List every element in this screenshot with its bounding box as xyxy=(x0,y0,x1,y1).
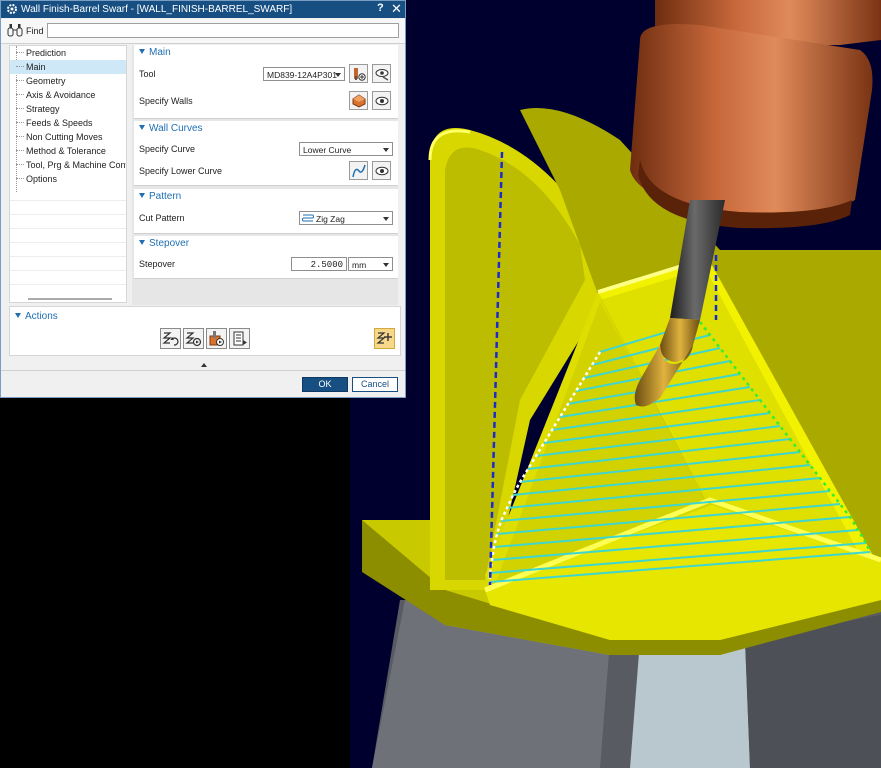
actions-section: Actions xyxy=(9,306,401,356)
close-button[interactable]: ✕ xyxy=(391,1,402,17)
find-input[interactable] xyxy=(47,23,399,38)
eye-icon xyxy=(375,166,389,176)
main-section: Main Tool MD839-12A4P301 Specify Walls xyxy=(134,45,398,119)
stepover-section-header[interactable]: Stepover xyxy=(134,236,398,251)
collapse-arrow-icon xyxy=(139,240,145,245)
nav-item-prediction[interactable]: Prediction xyxy=(10,46,126,60)
nav-item-tool-prg-machine[interactable]: Tool, Prg & Machine Contr xyxy=(10,158,126,172)
wall-curves-section-header[interactable]: Wall Curves xyxy=(134,121,398,136)
nav-item-options[interactable]: Options xyxy=(10,172,126,186)
stepover-input[interactable]: 2.5000 xyxy=(291,257,347,271)
find-bar: Find xyxy=(1,19,405,44)
cut-pattern-label: Cut Pattern xyxy=(139,213,185,223)
nav-item-strategy[interactable]: Strategy xyxy=(10,102,126,116)
help-button[interactable]: ? xyxy=(377,2,384,14)
collapse-arrow-icon xyxy=(139,49,145,54)
list-button[interactable] xyxy=(229,328,250,349)
find-label: Find xyxy=(26,26,44,36)
collapse-arrow-icon xyxy=(139,125,145,130)
specify-curve-dropdown[interactable]: Lower Curve xyxy=(299,142,393,156)
verify-icon xyxy=(209,331,224,346)
generate-add-button[interactable] xyxy=(374,328,395,349)
nav-item-feeds-speeds[interactable]: Feeds & Speeds xyxy=(10,116,126,130)
replay-button[interactable] xyxy=(183,328,204,349)
generate-button[interactable] xyxy=(160,328,181,349)
nav-scrollbar[interactable] xyxy=(28,298,112,300)
navigation-tree: Prediction Main Geometry Axis & Avoidanc… xyxy=(9,45,127,303)
nav-item-non-cutting-moves[interactable]: Non Cutting Moves xyxy=(10,130,126,144)
eye-icon xyxy=(375,96,389,106)
ok-button[interactable]: OK xyxy=(302,377,348,392)
cut-pattern-dropdown[interactable]: Zig Zag xyxy=(299,211,393,225)
new-tool-icon xyxy=(354,68,366,81)
wall-curves-section: Wall Curves Specify Curve Lower Curve Sp… xyxy=(134,121,398,186)
curve-icon xyxy=(352,164,366,178)
collapse-arrow-icon xyxy=(15,313,21,318)
collapse-arrow-icon xyxy=(139,193,145,198)
parameters-panel: Main Tool MD839-12A4P301 Specify Walls W… xyxy=(132,45,398,305)
wall-geometry-icon xyxy=(352,94,366,108)
zigzag-icon xyxy=(302,214,314,222)
tool-dropdown[interactable]: MD839-12A4P301 xyxy=(263,67,345,81)
display-tool-button[interactable] xyxy=(372,64,391,83)
nav-item-main[interactable]: Main xyxy=(10,60,126,74)
cancel-button[interactable]: Cancel xyxy=(352,377,398,392)
select-walls-button[interactable] xyxy=(349,91,368,110)
expand-arrow-icon[interactable] xyxy=(201,363,207,367)
operation-dialog: Wall Finish-Barrel Swarf - [WALL_FINISH-… xyxy=(0,0,406,398)
specify-curve-label: Specify Curve xyxy=(139,144,196,154)
nav-item-axis-avoidance[interactable]: Axis & Avoidance xyxy=(10,88,126,102)
stepover-section: Stepover Stepover 2.5000 mm xyxy=(134,236,398,279)
verify-button[interactable] xyxy=(206,328,227,349)
new-tool-button[interactable] xyxy=(349,64,368,83)
stepover-unit-dropdown[interactable]: mm xyxy=(348,257,393,271)
select-lower-curve-button[interactable] xyxy=(349,161,368,180)
pattern-section: Pattern Cut Pattern Zig Zag xyxy=(134,189,398,234)
generate-icon xyxy=(162,332,179,346)
tool-label: Tool xyxy=(139,69,156,79)
specify-lower-curve-label: Specify Lower Curve xyxy=(139,166,223,176)
actions-title: Actions xyxy=(25,311,58,322)
nav-item-geometry[interactable]: Geometry xyxy=(10,74,126,88)
display-walls-button[interactable] xyxy=(372,91,391,110)
gear-icon xyxy=(7,4,17,14)
binoculars-icon xyxy=(7,24,23,37)
stepover-label: Stepover xyxy=(139,259,176,269)
eye-wrench-icon xyxy=(375,69,389,81)
generate-plus-icon xyxy=(376,332,392,344)
replay-icon xyxy=(185,332,202,347)
pattern-section-header[interactable]: Pattern xyxy=(134,189,398,204)
specify-walls-label: Specify Walls xyxy=(139,96,193,106)
dialog-title: Wall Finish-Barrel Swarf - [WALL_FINISH-… xyxy=(21,4,293,15)
nav-item-method-tolerance[interactable]: Method & Tolerance xyxy=(10,144,126,158)
display-lower-curve-button[interactable] xyxy=(372,161,391,180)
main-section-header[interactable]: Main xyxy=(134,45,398,60)
list-icon xyxy=(233,331,247,346)
dialog-titlebar[interactable]: Wall Finish-Barrel Swarf - [WALL_FINISH-… xyxy=(1,1,405,18)
